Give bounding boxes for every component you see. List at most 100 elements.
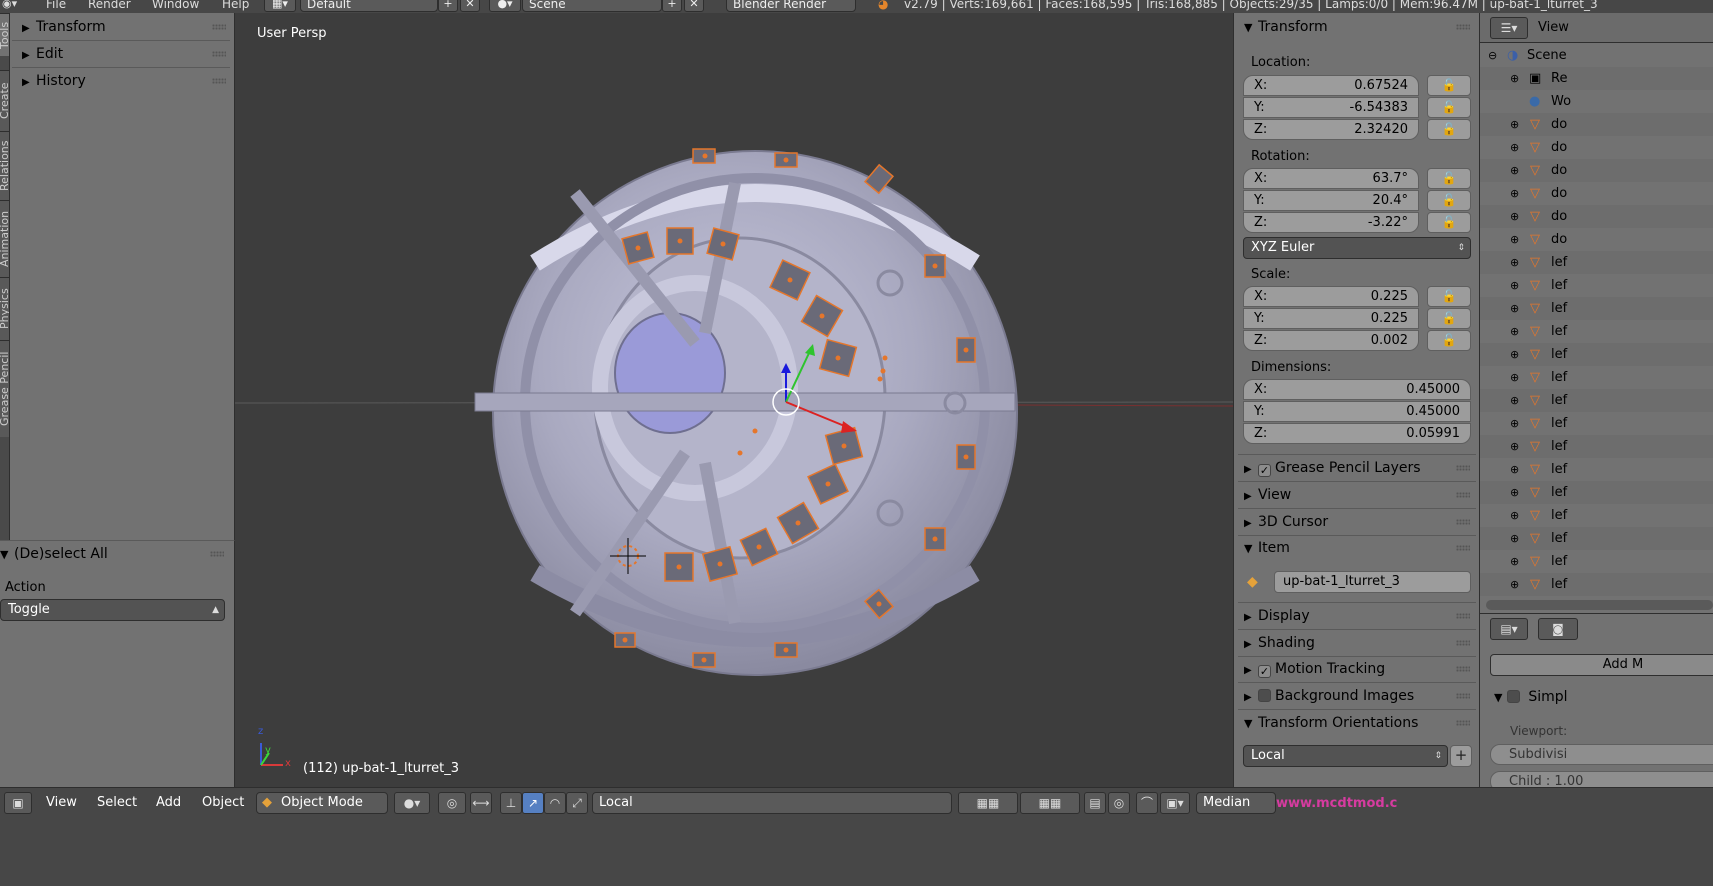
rotation-z-field[interactable]: Z: -3.22° [1243,212,1419,233]
expand-icon[interactable]: ⊕ [1510,458,1519,481]
outliner-row-object[interactable]: ⊕ ▽ lef [1480,297,1713,320]
tab-animation[interactable]: Animation [0,200,9,277]
tab-physics[interactable]: Physics [0,277,9,340]
outliner-row-object[interactable]: ⊕ ▽ lef [1480,435,1713,458]
drag-handle-icon[interactable] [212,24,226,30]
panel-view[interactable]: ▶ View [1244,482,1476,508]
pivot-point-icon[interactable]: ◎ [438,792,466,814]
dimensions-z-field[interactable]: Z: 0.05991 [1243,423,1471,444]
snap-icon[interactable]: ⌒ [1136,792,1158,814]
operator-title[interactable]: ▼ (De)select All [0,541,230,567]
expand-icon[interactable]: ⊕ [1510,67,1519,90]
lock-icon[interactable]: 🔓 [1427,119,1471,140]
panel-transform-orientations[interactable]: ▼ Transform Orientations [1244,710,1476,736]
outliner-row-object[interactable]: ⊕ ▽ lef [1480,458,1713,481]
outliner-row-object[interactable]: ⊕ ▽ lef [1480,251,1713,274]
expand-icon[interactable]: ⊕ [1510,573,1519,596]
outliner-row-object[interactable]: ⊕ ▽ do [1480,228,1713,251]
outliner-row-object[interactable]: ⊕ ▽ do [1480,182,1713,205]
menu-object[interactable]: Object [202,795,244,810]
action-select[interactable]: Toggle ▲ [0,599,225,621]
lock-icon[interactable]: 🔓 [1427,168,1471,189]
expand-icon[interactable]: ⊕ [1510,412,1519,435]
expand-icon[interactable]: ⊕ [1510,113,1519,136]
transform-orientation-select[interactable]: Local [592,792,952,814]
expand-icon[interactable]: ⊕ [1510,435,1519,458]
add-orientation-icon[interactable]: + [1450,745,1472,767]
tab-create[interactable]: Create [0,70,9,131]
lock-icon[interactable]: 🔓 [1427,308,1471,329]
outliner-row-object[interactable]: ⊕ ▽ lef [1480,366,1713,389]
expand-icon[interactable]: ⊕ [1510,550,1519,573]
manipulator-toggle-icon[interactable]: ⟷ [470,792,492,814]
outliner-row-object[interactable]: ⊕ ▽ lef [1480,412,1713,435]
outliner-row-scene[interactable]: ⊖ ◑ Scene [1480,44,1713,67]
drag-handle-icon[interactable] [1456,492,1470,498]
snap-element-icon[interactable]: ▣▾ [1160,792,1190,814]
editor-type-icon[interactable]: ☰▾ [1490,17,1528,39]
render-engine-select[interactable]: Blender Render [726,0,856,12]
panel-display[interactable]: ▶ Display [1244,603,1476,629]
drag-handle-icon[interactable] [1456,613,1470,619]
lock-icon[interactable]: 🔓 [1427,330,1471,351]
checkbox-unchecked-icon[interactable] [1506,690,1520,703]
expand-icon[interactable]: ⊕ [1510,274,1519,297]
proportional-edit-icon[interactable]: ◎ [1108,792,1130,814]
rotation-x-field[interactable]: X: 63.7° [1243,168,1419,189]
pivot-select[interactable]: Median [1196,792,1276,814]
outliner-row-object[interactable]: ⊕ ▽ do [1480,113,1713,136]
manipulator-icon[interactable]: ⊥ [500,792,522,814]
expand-icon[interactable]: ⊕ [1510,481,1519,504]
tab-grease-pencil[interactable]: Grease Pencil [0,340,9,437]
panel-shading[interactable]: ▶ Shading [1244,630,1476,656]
menu-view[interactable]: View [46,795,77,810]
panel-3d-cursor[interactable]: ▶ 3D Cursor [1244,509,1476,535]
panel-motion-tracking[interactable]: ▶ ✓ Motion Tracking [1244,656,1476,682]
lock-icon[interactable]: 🔓 [1427,190,1471,211]
blender-logo-icon[interactable]: ◉▾ [2,0,17,10]
editor-type-icon[interactable]: ▤▾ [1490,618,1528,640]
location-y-field[interactable]: Y: -6.54383 [1243,97,1419,118]
panel-item[interactable]: ▼ Item [1244,535,1476,561]
outliner-row-render-layers[interactable]: ⊕ ▣ Re [1480,67,1713,90]
dimensions-y-field[interactable]: Y: 0.45000 [1243,401,1471,422]
viewport-shading-icon[interactable]: ●▾ [394,792,430,814]
expand-icon[interactable]: ⊕ [1510,504,1519,527]
outliner-row-object[interactable]: ⊕ ▽ lef [1480,504,1713,527]
lock-icon[interactable]: 🔓 [1427,286,1471,307]
checkbox-unchecked-icon[interactable] [1258,689,1271,702]
rotate-icon[interactable]: ◠ [544,792,566,814]
checkbox-checked-icon[interactable]: ✓ [1258,464,1271,477]
drag-handle-icon[interactable] [1456,519,1470,525]
menu-add[interactable]: Add [156,795,181,810]
menu-file[interactable]: File [46,0,66,11]
editor-type-icon[interactable]: ▣ [4,792,32,814]
lock-icon[interactable]: 🔓 [1427,212,1471,233]
outliner-scrollbar[interactable] [1486,600,1713,610]
scale-y-field[interactable]: Y: 0.225 [1243,308,1419,329]
add-screen-icon[interactable]: + [438,0,458,12]
panel-background-images[interactable]: ▶ Background Images [1244,683,1476,709]
render-camera-icon[interactable]: ◙ [1538,618,1578,640]
expand-icon[interactable]: ⊕ [1510,389,1519,412]
rotation-mode-select[interactable]: XYZ Euler ⇕ [1243,237,1471,259]
lock-icon[interactable]: 🔓 [1427,97,1471,118]
remove-screen-icon[interactable]: ✕ [460,0,480,12]
drag-handle-icon[interactable] [1456,465,1470,471]
collapse-icon[interactable]: ⊖ [1488,44,1497,67]
checkbox-checked-icon[interactable]: ✓ [1258,665,1271,678]
translate-icon[interactable]: ↗ [522,792,544,814]
expand-icon[interactable]: ⊕ [1510,159,1519,182]
outliner-row-object[interactable]: ⊕ ▽ lef [1480,343,1713,366]
rotation-y-field[interactable]: Y: 20.4° [1243,190,1419,211]
lock-icon[interactable]: 🔓 [1427,75,1471,96]
outliner-row-object[interactable]: ⊕ ▽ lef [1480,389,1713,412]
expand-icon[interactable]: ⊕ [1510,228,1519,251]
drag-handle-icon[interactable] [1456,545,1470,551]
orientation-select[interactable]: Local ⇕ [1243,745,1448,767]
drag-handle-icon[interactable] [1456,693,1470,699]
expand-icon[interactable]: ⊕ [1510,182,1519,205]
expand-icon[interactable]: ⊕ [1510,251,1519,274]
viewport-canvas[interactable] [235,13,1233,787]
scale-x-field[interactable]: X: 0.225 [1243,286,1419,307]
